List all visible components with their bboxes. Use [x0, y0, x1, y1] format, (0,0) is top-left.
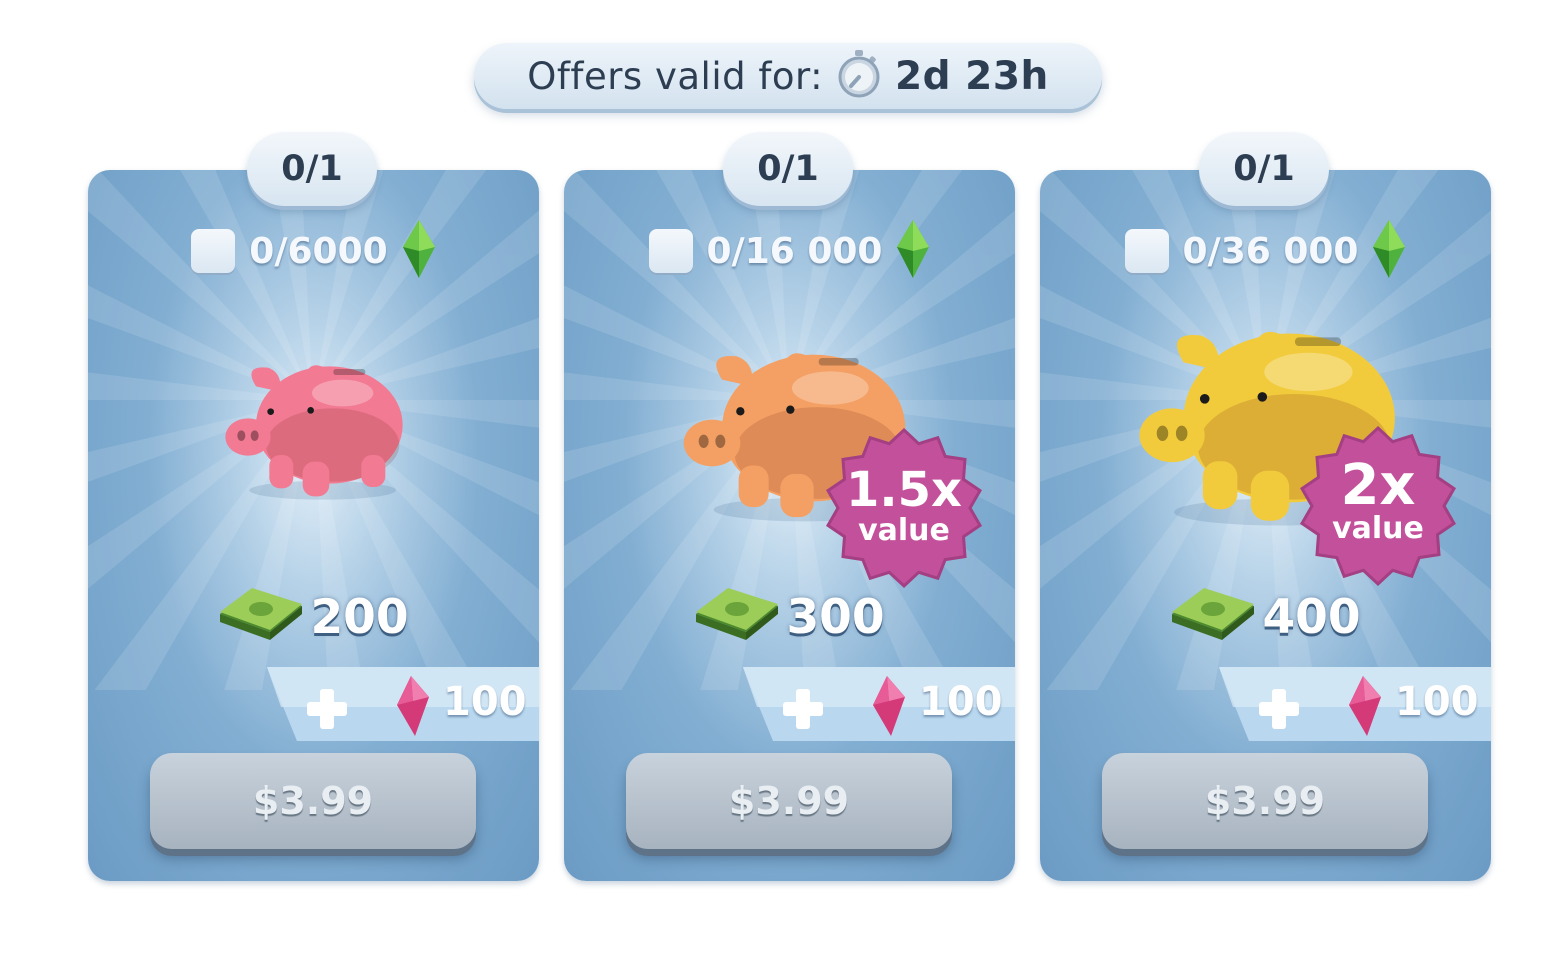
- bonus-reward: 100: [743, 667, 1015, 741]
- offer-timer: Offers valid for: 2d 23h: [474, 43, 1102, 109]
- cash-amount: 200: [310, 589, 409, 645]
- cash-reward: 400: [1040, 582, 1491, 652]
- cash-amount: 300: [786, 589, 885, 645]
- badge-multiplier: 1.5x: [846, 462, 962, 518]
- bonus-reward: 100: [1219, 667, 1491, 741]
- buy-button-1[interactable]: $3.99: [150, 753, 476, 849]
- plus-icon: [781, 687, 825, 735]
- cash-stack-icon: [1170, 584, 1256, 650]
- progress-value: 0/6000: [249, 230, 388, 272]
- pink-gem-icon: [1347, 675, 1383, 741]
- bonus-amount: 100: [443, 679, 527, 725]
- green-plumbob-icon: [896, 219, 930, 283]
- value-badge: 1.5x value: [826, 427, 982, 589]
- buy-button-2[interactable]: $3.99: [626, 753, 952, 849]
- value-badge: 2x value: [1300, 425, 1456, 587]
- progress-checkbox: [648, 229, 693, 273]
- plus-icon: [305, 687, 349, 735]
- stock-counter: 0/1: [1199, 132, 1329, 206]
- cash-stack-icon: [694, 584, 780, 650]
- green-plumbob-icon: [402, 219, 436, 283]
- plus-icon: [1257, 687, 1301, 735]
- piggy-bank-icon: [225, 365, 403, 500]
- pink-gem-icon: [395, 675, 431, 741]
- progress-value: 0/36 000: [1182, 230, 1359, 272]
- cash-reward: 300: [564, 582, 1015, 652]
- bonus-amount: 100: [1395, 679, 1479, 725]
- green-plumbob-icon: [1372, 219, 1406, 283]
- collection-progress: 0/6000: [88, 220, 539, 278]
- stock-counter: 0/1: [247, 132, 377, 206]
- progress-checkbox: [1124, 229, 1169, 273]
- cash-reward: 200: [88, 582, 539, 652]
- bonus-amount: 100: [919, 679, 1003, 725]
- offer-card-3: 0/36 000 2x value 400 100 $3.99: [1040, 170, 1491, 881]
- collection-progress: 0/36 000: [1040, 220, 1491, 278]
- progress-checkbox: [191, 229, 236, 273]
- collection-progress: 0/16 000: [564, 220, 1015, 278]
- cash-stack-icon: [218, 584, 304, 650]
- stopwatch-icon: [837, 49, 881, 103]
- bonus-reward: 100: [267, 667, 539, 741]
- pink-gem-icon: [871, 675, 907, 741]
- offer-card-2: 0/16 000 1.5x value 300 100 $3.99: [564, 170, 1015, 881]
- stock-counter: 0/1: [723, 132, 853, 206]
- cash-amount: 400: [1262, 589, 1361, 645]
- buy-button-3[interactable]: $3.99: [1102, 753, 1428, 849]
- progress-value: 0/16 000: [706, 230, 883, 272]
- badge-multiplier: 2x: [1340, 453, 1415, 518]
- timer-value: 2d 23h: [895, 53, 1049, 99]
- offer-card-1: 0/6000 200 100 $3.99: [88, 170, 539, 881]
- badge-label: value: [858, 513, 950, 548]
- timer-label: Offers valid for:: [527, 54, 824, 98]
- badge-label: value: [1332, 511, 1424, 546]
